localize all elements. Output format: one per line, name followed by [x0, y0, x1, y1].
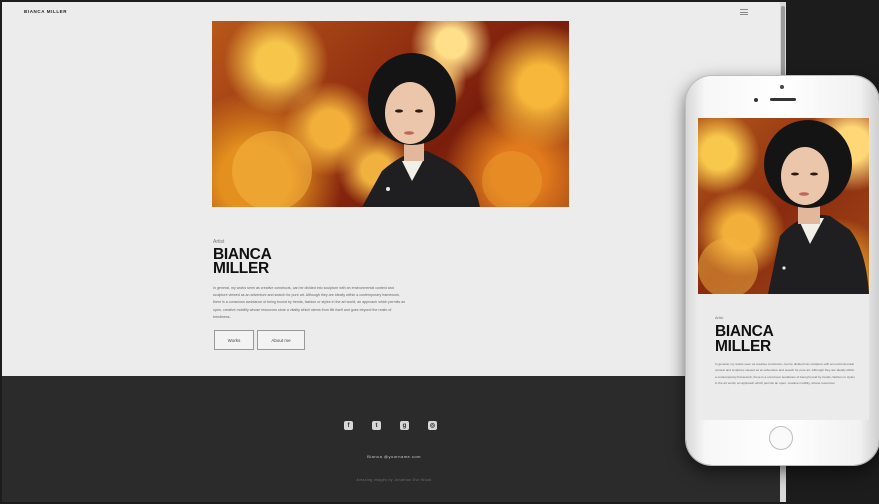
mobile-name-line2: MILLER [715, 338, 771, 355]
mobile-portrait-figure [698, 120, 869, 294]
home-button [769, 426, 793, 450]
portrait-figure [232, 53, 542, 207]
mobile-role-label: Artist [715, 316, 724, 320]
hero-portrait-image [212, 21, 569, 207]
artist-name-line2: MILLER [213, 260, 269, 277]
hamburger-menu-icon[interactable] [740, 9, 748, 15]
about-me-button[interactable]: About me [257, 330, 305, 350]
works-button[interactable]: Works [214, 330, 254, 350]
earpiece-speaker [770, 98, 796, 101]
mobile-name-line1: BIANCA [715, 323, 774, 340]
role-label: Artist [213, 239, 225, 245]
site-footer: f t g ◎ Bianca @yourname.com Amazing ima… [2, 376, 786, 502]
facebook-icon[interactable]: f [344, 421, 353, 430]
artist-name-heading: BIANCA MILLER [213, 247, 272, 277]
artist-bio: In general, my works seen as creative co… [213, 286, 406, 319]
mobile-hero-image [698, 118, 869, 294]
google-plus-icon[interactable]: g [400, 421, 409, 430]
instagram-icon[interactable]: ◎ [428, 421, 437, 430]
image-credit: Amazing images by Jonathan Eve Wood [356, 478, 432, 482]
contact-email[interactable]: Bianca @yourname.com [2, 454, 786, 459]
mobile-artist-bio: In general, my works seen as creative co… [715, 362, 855, 385]
phone-mockup: Artist BIANCA MILLER In general, my work… [686, 76, 879, 465]
desktop-site: BIANCA MILLER Artist BIANCA MILLER In ge… [2, 2, 786, 502]
mobile-artist-name: BIANCA MILLER [715, 323, 774, 355]
twitter-icon[interactable]: t [372, 421, 381, 430]
front-camera [780, 85, 784, 89]
phone-screen: Artist BIANCA MILLER In general, my work… [698, 118, 869, 420]
proximity-sensor [754, 98, 758, 102]
site-brand[interactable]: BIANCA MILLER [24, 9, 67, 14]
